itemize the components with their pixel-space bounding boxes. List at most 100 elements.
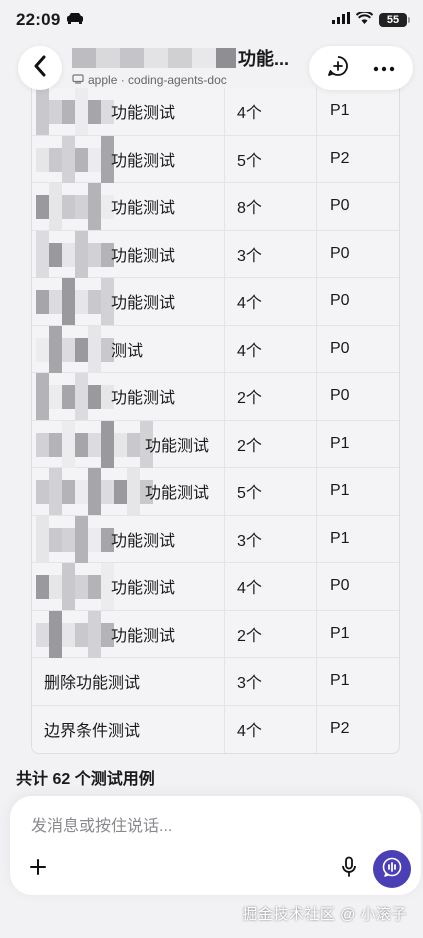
table-row: 功能测试 4个 P0 bbox=[32, 563, 399, 611]
table-row: 功能测试 5个 P2 bbox=[32, 135, 399, 183]
priority-cell: P2 bbox=[330, 149, 350, 167]
test-name-cell: 边界条件测试 bbox=[32, 705, 225, 753]
redaction-tile bbox=[88, 575, 101, 599]
test-count-cell: 5个 bbox=[225, 468, 317, 515]
redaction-tile bbox=[88, 527, 101, 552]
redaction-tile bbox=[36, 195, 49, 219]
redaction-tile bbox=[62, 100, 75, 124]
test-count-cell: 4个 bbox=[225, 325, 317, 372]
priority-cell: P0 bbox=[330, 339, 350, 357]
redaction-tile bbox=[62, 195, 75, 219]
redacted-title-block bbox=[216, 48, 236, 68]
redaction-tile bbox=[88, 100, 101, 124]
new-chat-button[interactable] bbox=[318, 48, 358, 88]
redacted-title-block bbox=[72, 48, 96, 68]
test-name-label: 功能测试 bbox=[111, 532, 176, 550]
wifi-icon bbox=[355, 10, 374, 29]
car-icon bbox=[66, 11, 84, 29]
chat-header: 功能... apple · coding-agents-doc bbox=[0, 40, 423, 98]
page-title: 功能... bbox=[238, 49, 290, 69]
redaction-tile bbox=[75, 432, 88, 457]
test-count-cell: 4个 bbox=[225, 705, 317, 753]
redaction-tile bbox=[36, 432, 49, 457]
test-name-label: 边界条件测试 bbox=[44, 723, 141, 741]
microphone-button[interactable] bbox=[331, 851, 367, 887]
table-row: 功能测试 5个 P1 bbox=[32, 468, 399, 516]
redacted-title-block bbox=[168, 48, 192, 68]
redaction-tile bbox=[75, 337, 88, 362]
redaction-tile bbox=[75, 622, 88, 647]
plus-icon bbox=[28, 857, 48, 882]
priority-cell: P0 bbox=[330, 292, 350, 310]
priority-cell: P1 bbox=[330, 434, 350, 452]
add-attachment-button[interactable] bbox=[20, 851, 56, 887]
redaction-tile bbox=[114, 432, 127, 457]
table-row: 边界条件测试 4个 P2 bbox=[32, 705, 399, 753]
redaction-tile bbox=[88, 242, 101, 267]
redaction-tile bbox=[49, 527, 62, 552]
battery-icon: 55 bbox=[379, 13, 410, 27]
priority-cell: P1 bbox=[330, 672, 350, 690]
redaction-tile bbox=[101, 420, 114, 468]
test-name-cell: 功能测试 bbox=[32, 135, 225, 183]
redaction-tile bbox=[127, 468, 140, 515]
table-row: 功能测试 2个 P0 bbox=[32, 373, 399, 421]
new-chat-icon bbox=[327, 55, 349, 82]
priority-cell: P1 bbox=[330, 529, 350, 547]
test-name-cell: 功能测试 bbox=[32, 278, 225, 325]
redaction-tile bbox=[75, 480, 88, 504]
table-row: 测试 4个 P0 bbox=[32, 325, 399, 373]
more-button[interactable] bbox=[364, 48, 404, 88]
redaction-tile bbox=[62, 337, 75, 362]
test-name-cell: 测试 bbox=[32, 325, 225, 373]
back-button[interactable] bbox=[18, 46, 62, 90]
redaction-tile bbox=[36, 230, 49, 278]
project-path: apple · coding-agents-doc bbox=[88, 73, 227, 87]
priority-cell: P0 bbox=[330, 577, 350, 595]
redacted-title-block bbox=[144, 48, 168, 68]
test-name-label: 功能测试 bbox=[145, 485, 210, 503]
test-name-label: 功能测试 bbox=[111, 200, 176, 218]
test-name-label: 功能测试 bbox=[111, 390, 176, 408]
test-count-cell: 5个 bbox=[225, 135, 317, 182]
message-input[interactable]: 发消息或按住说话... bbox=[31, 812, 172, 836]
test-name-cell: 功能测试 bbox=[32, 610, 225, 658]
redaction-tile bbox=[75, 575, 88, 599]
conversation-title[interactable]: 功能... apple · coding-agents-doc bbox=[72, 46, 302, 87]
redaction-tile bbox=[62, 420, 75, 468]
redaction-tile bbox=[101, 480, 114, 504]
test-name-cell: 功能测试 bbox=[32, 373, 225, 420]
redaction-tile bbox=[49, 183, 62, 230]
table-row: 功能测试 8个 P0 bbox=[32, 183, 399, 231]
table-row: 功能测试 2个 P1 bbox=[32, 610, 399, 658]
redaction-tile bbox=[75, 290, 88, 314]
test-count-cell: 4个 bbox=[225, 278, 317, 325]
priority-cell: P1 bbox=[330, 482, 350, 500]
redaction-tile bbox=[88, 432, 101, 457]
test-name-label: 功能测试 bbox=[145, 437, 210, 455]
header-actions bbox=[309, 46, 413, 90]
test-count-cell: 8个 bbox=[225, 183, 317, 230]
redaction-tile bbox=[62, 622, 75, 647]
monitor-icon bbox=[72, 73, 84, 87]
voice-chat-button[interactable] bbox=[373, 850, 411, 888]
redaction-tile bbox=[49, 432, 62, 457]
battery-level: 55 bbox=[386, 14, 400, 26]
redaction-tile bbox=[62, 135, 75, 183]
redaction-tile bbox=[88, 325, 101, 373]
redacted-title-block bbox=[192, 48, 216, 68]
voice-wave-icon bbox=[381, 856, 403, 883]
message-composer: 发消息或按住说话... bbox=[10, 796, 421, 895]
table-row: 删除功能测试 3个 P1 bbox=[32, 658, 399, 706]
status-bar: 22:09 55 bbox=[0, 0, 423, 40]
redaction-tile bbox=[88, 183, 101, 230]
test-count-cell: 2个 bbox=[225, 420, 317, 467]
redaction-tile bbox=[75, 515, 88, 563]
table-row: 功能测试 3个 P1 bbox=[32, 515, 399, 563]
redaction-tile bbox=[49, 385, 62, 409]
status-time: 22:09 bbox=[16, 10, 61, 29]
test-count-cell: 3个 bbox=[225, 658, 317, 705]
redaction-tile bbox=[75, 373, 88, 420]
redaction-tile bbox=[88, 468, 101, 515]
redacted-title-block bbox=[96, 48, 120, 68]
